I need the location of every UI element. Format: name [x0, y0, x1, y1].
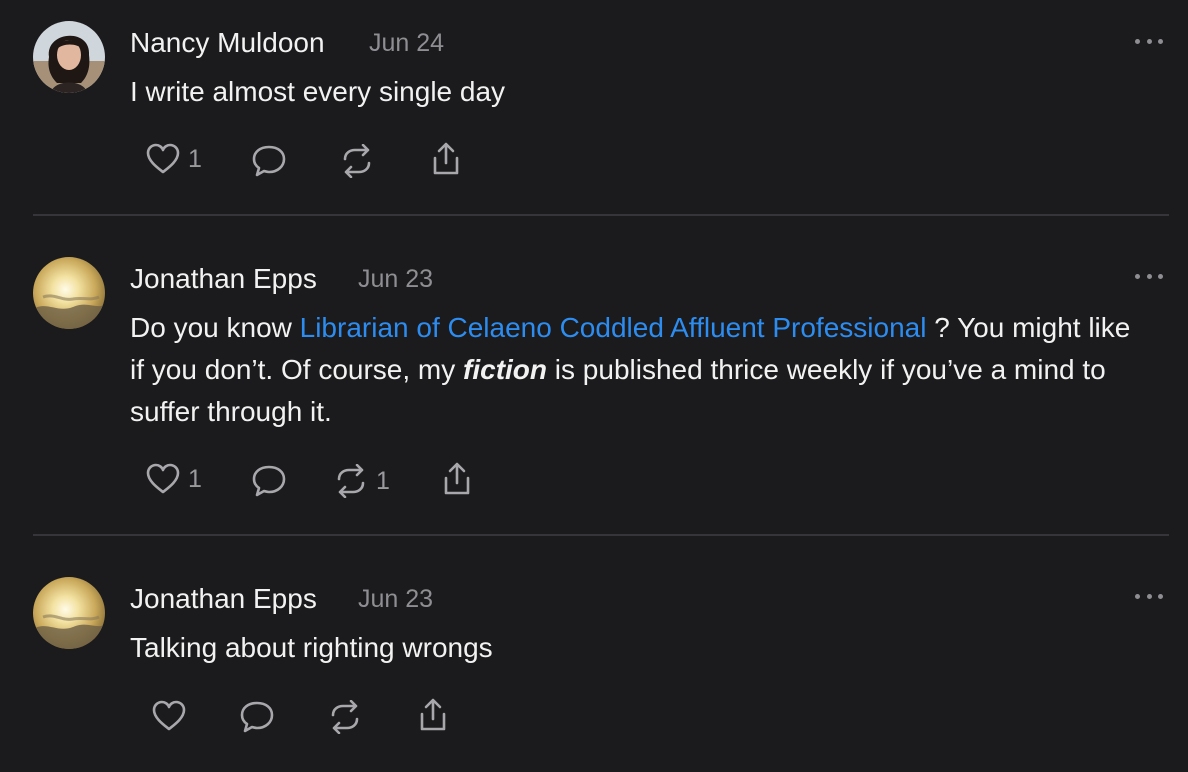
comment-bubble-icon	[240, 701, 274, 733]
reply-button[interactable]	[251, 144, 287, 178]
avatar[interactable]	[33, 577, 105, 649]
share-icon	[433, 142, 459, 175]
restack-icon	[331, 700, 359, 734]
heart-icon	[146, 143, 180, 174]
divider	[33, 214, 1169, 216]
reply-button[interactable]	[239, 700, 275, 734]
avatar[interactable]	[33, 257, 105, 329]
divider	[33, 534, 1169, 536]
heart-icon	[152, 700, 186, 731]
body-text: Do you know	[130, 312, 300, 343]
restack-button[interactable]	[340, 144, 374, 178]
restack-count: 1	[376, 466, 390, 495]
avatar[interactable]	[33, 21, 105, 93]
like-count: 1	[188, 144, 202, 173]
author-name[interactable]: Jonathan Epps	[130, 263, 317, 295]
author-name[interactable]: Jonathan Epps	[130, 583, 317, 615]
post-link[interactable]: Librarian of Celaeno Coddled Affluent Pr…	[300, 312, 927, 343]
like-button[interactable]: 1	[146, 143, 202, 175]
restack-button[interactable]: 1	[334, 464, 390, 498]
like-button[interactable]	[152, 700, 186, 732]
share-icon	[444, 462, 470, 495]
post-body: I write almost every single day	[130, 76, 506, 107]
restack-icon	[337, 464, 365, 498]
like-button[interactable]: 1	[146, 463, 202, 495]
reply-button[interactable]	[251, 464, 287, 498]
share-button[interactable]	[440, 461, 474, 497]
share-button[interactable]	[416, 697, 450, 733]
post-body: Talking about righting wrongs	[130, 632, 493, 663]
post-date: Jun 23	[358, 585, 434, 613]
post-date: Jun 23	[358, 265, 434, 293]
comment-bubble-icon	[252, 465, 286, 497]
comment-bubble-icon	[252, 145, 286, 177]
post-date: Jun 24	[369, 29, 445, 57]
like-count: 1	[188, 464, 202, 493]
restack-icon	[343, 144, 371, 178]
author-name[interactable]: Nancy Muldoon	[130, 27, 325, 59]
emphasis-text: fiction	[463, 354, 548, 385]
more-options-icon[interactable]	[1135, 592, 1163, 600]
share-button[interactable]	[429, 141, 463, 177]
heart-icon	[146, 463, 180, 494]
more-options-icon[interactable]	[1135, 37, 1163, 45]
more-options-icon[interactable]	[1135, 272, 1163, 280]
post-body: Do you know Librarian of Celaeno Coddled…	[130, 307, 1140, 433]
restack-button[interactable]	[328, 700, 362, 734]
share-icon	[420, 698, 446, 731]
